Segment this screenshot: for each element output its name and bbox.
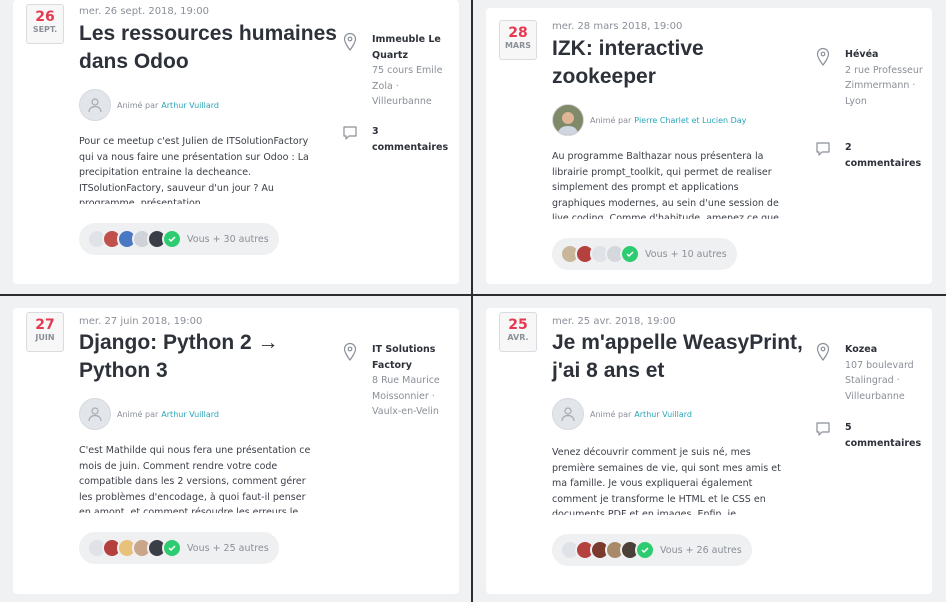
event-datetime: mer. 25 avr. 2018, 19:00 xyxy=(552,316,676,327)
speech-bubble-icon xyxy=(816,422,830,436)
event-card[interactable]: 27 JUIN mer. 27 juin 2018, 19:00 Django:… xyxy=(13,308,459,594)
event-title[interactable]: Django: Python 2 → Python 3 xyxy=(79,329,339,385)
organizer-row: Animé par Arthur Vuillard xyxy=(79,89,219,121)
event-description: Pour ce meetup c'est Julien de ITSolutio… xyxy=(79,136,309,204)
organizer-avatar xyxy=(552,104,584,136)
event-card[interactable]: 28 MARS mer. 28 mars 2018, 19:00 IZK: in… xyxy=(486,8,932,284)
event-datetime: mer. 28 mars 2018, 19:00 xyxy=(552,21,683,32)
date-day: 25 xyxy=(508,317,528,333)
date-badge: 25 AVR. xyxy=(499,312,537,352)
date-month: AVR. xyxy=(507,333,529,342)
venue-name[interactable]: Immeuble Le Quartz xyxy=(372,32,454,63)
organized-by-label: Animé par xyxy=(117,409,159,419)
event-card[interactable]: 25 AVR. mer. 25 avr. 2018, 19:00 Je m'ap… xyxy=(486,308,932,594)
date-day: 28 xyxy=(508,25,528,41)
comments-number: 5 xyxy=(845,422,852,433)
venue-address: 2 rue Professeur Zimmermann · Lyon xyxy=(845,64,923,107)
date-day: 26 xyxy=(35,9,55,25)
vertical-divider xyxy=(471,0,473,602)
attendees-pill[interactable]: Vous + 30 autres xyxy=(79,223,279,255)
map-pin-icon xyxy=(343,342,357,361)
event-title[interactable]: Je m'appelle WeasyPrint, j'ai 8 ans et xyxy=(552,329,812,385)
organizer-row: Animé par Pierre Charlet et Lucien Day xyxy=(552,104,746,136)
event-location: Hévéa 2 rue Professeur Zimmermann · Lyon xyxy=(845,47,927,109)
event-title[interactable]: Les ressources humaines dans Odoo xyxy=(79,20,339,76)
check-icon xyxy=(162,229,182,249)
event-location: Immeuble Le Quartz 75 cours Emile Zola ·… xyxy=(372,32,454,110)
organizer-row: Animé par Arthur Vuillard xyxy=(552,398,692,430)
speech-bubble-icon xyxy=(343,126,357,140)
horizontal-divider xyxy=(0,294,946,296)
venue-address: 107 boulevard Stalingrad · Villeurbanne xyxy=(845,359,914,402)
venue-name[interactable]: IT Solutions Factory xyxy=(372,342,454,373)
date-month: SEPT. xyxy=(32,25,58,34)
attendees-label: Vous + 26 autres xyxy=(660,544,742,556)
event-title[interactable]: IZK: interactive zookeeper xyxy=(552,35,812,91)
organizer-link[interactable]: Arthur Vuillard xyxy=(634,410,692,419)
organizer-link[interactable]: Arthur Vuillard xyxy=(161,410,219,419)
check-icon xyxy=(162,538,182,558)
organized-by-label: Animé par xyxy=(590,409,632,419)
attendees-label: Vous + 25 autres xyxy=(187,542,269,554)
organized-by-label: Animé par xyxy=(117,100,159,110)
organizer-link[interactable]: Arthur Vuillard xyxy=(161,101,219,110)
attendees-pill[interactable]: Vous + 26 autres xyxy=(552,534,752,566)
check-icon xyxy=(620,244,640,264)
attendees-pill[interactable]: Vous + 25 autres xyxy=(79,532,279,564)
comments-count[interactable]: 2 commentaires xyxy=(845,140,932,171)
date-badge: 26 SEPT. xyxy=(26,4,64,44)
check-icon xyxy=(635,540,655,560)
event-location: IT Solutions Factory 8 Rue Maurice Moiss… xyxy=(372,342,454,420)
speech-bubble-icon xyxy=(816,142,830,156)
date-badge: 27 JUIN xyxy=(26,312,64,352)
comments-label: commentaires xyxy=(845,157,922,169)
venue-address: 75 cours Emile Zola · Villeurbanne xyxy=(372,65,443,107)
organizer-link[interactable]: Pierre Charlet et Lucien Day xyxy=(634,116,746,125)
attendees-label: Vous + 10 autres xyxy=(645,248,727,260)
map-pin-icon xyxy=(343,32,357,51)
venue-name[interactable]: Hévéa xyxy=(845,47,927,63)
date-day: 27 xyxy=(35,317,55,333)
date-month: JUIN xyxy=(35,333,55,342)
event-description: Au programme Balthazar nous présentera l… xyxy=(552,151,779,219)
attendees-pill[interactable]: Vous + 10 autres xyxy=(552,238,737,270)
comments-number: 3 xyxy=(372,126,379,137)
date-badge: 28 MARS xyxy=(499,20,537,60)
comments-count[interactable]: 3 commentaires xyxy=(372,124,459,155)
event-card[interactable]: 26 SEPT. mer. 26 sept. 2018, 19:00 Les r… xyxy=(13,0,459,284)
event-datetime: mer. 27 juin 2018, 19:00 xyxy=(79,316,203,327)
user-placeholder-icon xyxy=(79,89,111,121)
date-month: MARS xyxy=(504,41,532,50)
venue-address: 8 Rue Maurice Moissonnier · Vaulx-en-Vel… xyxy=(372,375,440,417)
attendees-label: Vous + 30 autres xyxy=(187,233,269,245)
user-placeholder-icon xyxy=(79,398,111,430)
map-pin-icon xyxy=(816,342,830,361)
user-placeholder-icon xyxy=(552,398,584,430)
comments-label: commentaires xyxy=(372,141,449,153)
map-pin-icon xyxy=(816,47,830,66)
comments-label: commentaires xyxy=(845,437,922,449)
event-description: C'est Mathilde qui nous fera une présent… xyxy=(79,445,311,513)
organizer-row: Animé par Arthur Vuillard xyxy=(79,398,219,430)
organized-by-label: Animé par xyxy=(590,115,632,125)
comments-number: 2 xyxy=(845,142,852,153)
event-description: Venez découvrir comment je suis né, mes … xyxy=(552,447,781,515)
event-location: Kozea 107 boulevard Stalingrad · Villeur… xyxy=(845,342,927,404)
comments-count[interactable]: 5 commentaires xyxy=(845,420,932,451)
venue-name[interactable]: Kozea xyxy=(845,342,927,358)
event-datetime: mer. 26 sept. 2018, 19:00 xyxy=(79,6,209,17)
